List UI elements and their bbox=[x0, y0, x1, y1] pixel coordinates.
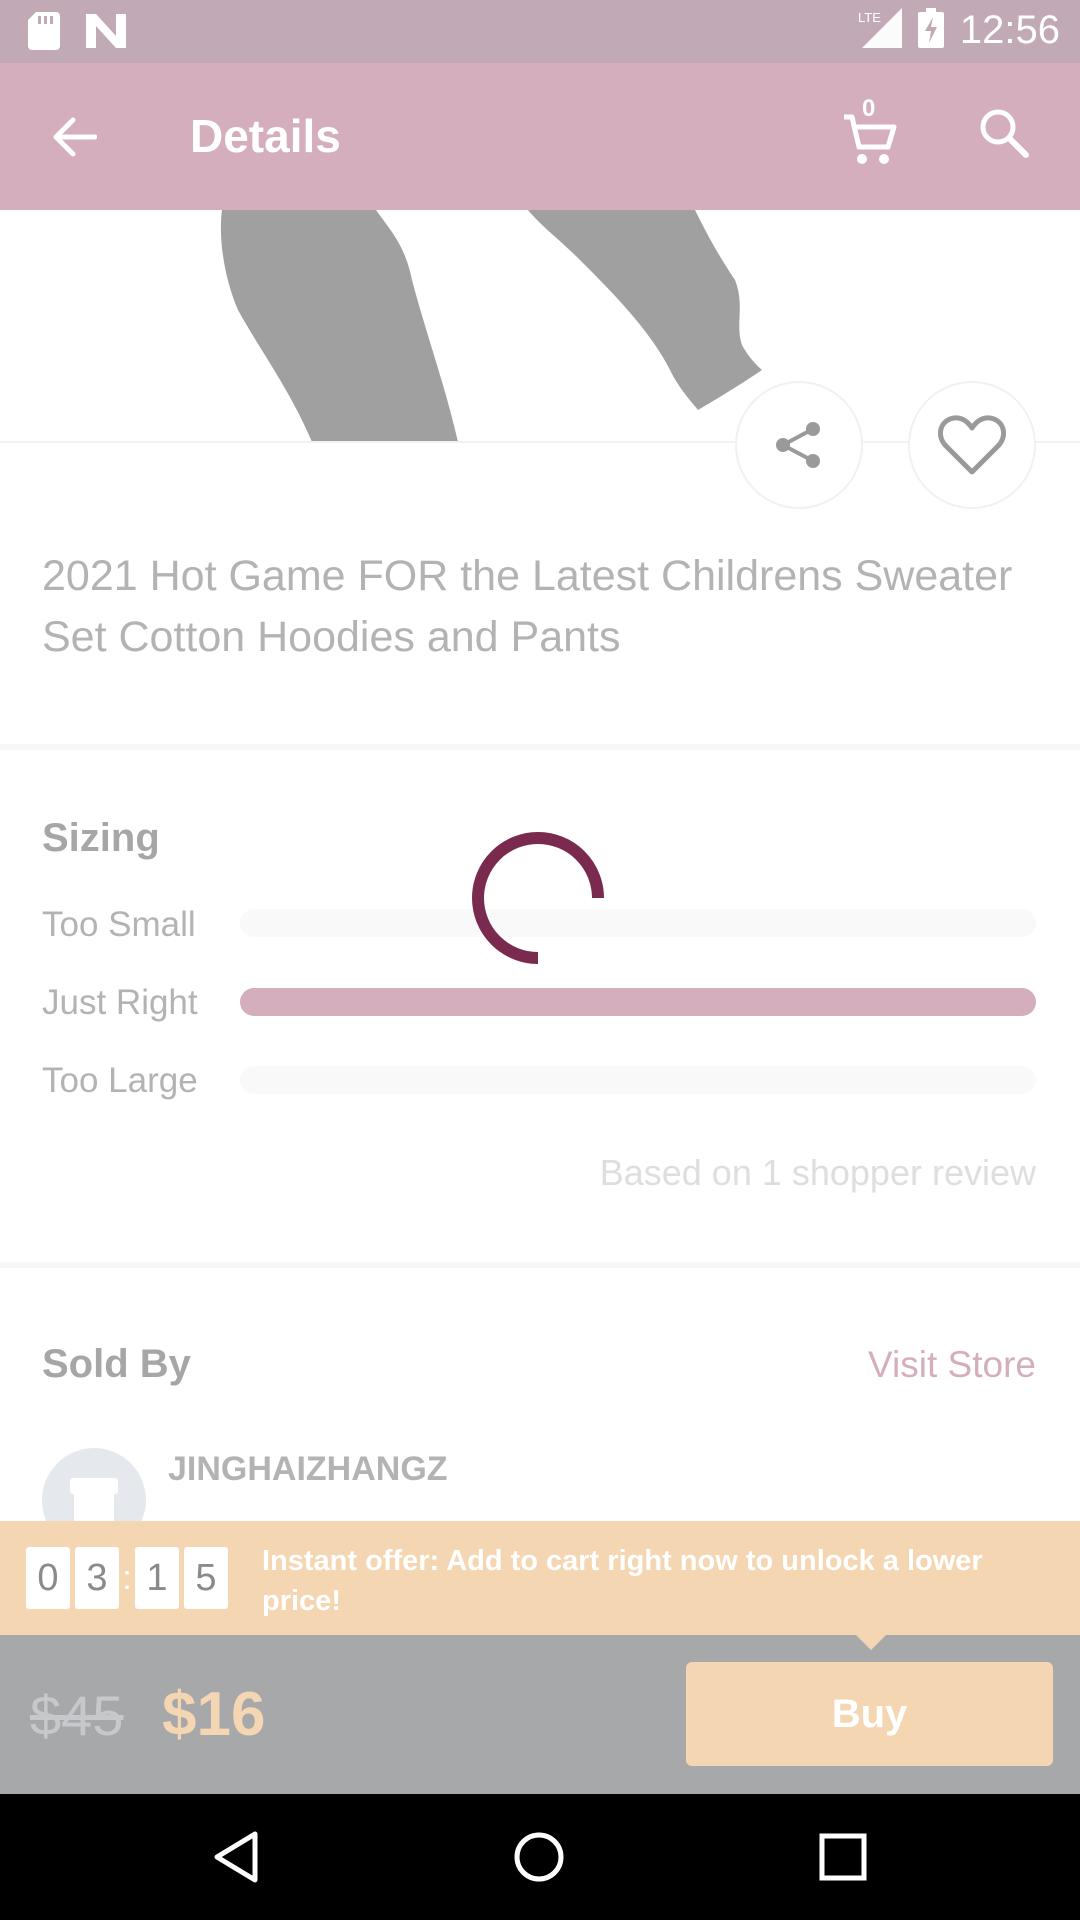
navigation-bar bbox=[0, 1794, 1080, 1920]
nav-back-button[interactable] bbox=[203, 1824, 269, 1890]
instant-offer-banner[interactable]: 0 3 : 1 5 Instant offer: Add to cart rig… bbox=[0, 1521, 1080, 1635]
lte-signal-icon: LTE bbox=[854, 8, 902, 53]
sale-price: $16 bbox=[162, 1680, 266, 1749]
timer-digit: 3 bbox=[75, 1547, 119, 1609]
svg-text:LTE: LTE bbox=[858, 10, 881, 25]
sizing-heading: Sizing bbox=[42, 816, 160, 860]
loading-spinner bbox=[472, 832, 604, 964]
section-divider bbox=[0, 744, 1080, 750]
visit-store-link[interactable]: Visit Store bbox=[868, 1344, 1036, 1386]
section-divider bbox=[0, 1262, 1080, 1268]
buy-button[interactable]: Buy bbox=[686, 1662, 1053, 1766]
size-bar-fill bbox=[240, 988, 1036, 1016]
back-triangle-icon bbox=[214, 1831, 258, 1883]
n-notification-icon bbox=[86, 14, 126, 53]
share-button[interactable] bbox=[735, 381, 863, 509]
size-label-too-large: Too Large bbox=[42, 1061, 198, 1100]
favorite-button[interactable] bbox=[908, 381, 1036, 509]
status-time: 12:56 bbox=[959, 8, 1060, 52]
sd-card-icon bbox=[28, 12, 60, 55]
nav-home-button[interactable] bbox=[506, 1824, 572, 1890]
home-circle-icon bbox=[514, 1832, 564, 1882]
timer-separator: : bbox=[122, 1558, 132, 1597]
size-bar-just-right bbox=[240, 988, 1036, 1016]
product-title: 2021 Hot Game FOR the Latest Childrens S… bbox=[42, 552, 1013, 661]
recents-square-icon bbox=[819, 1833, 867, 1881]
back-button[interactable] bbox=[44, 107, 104, 167]
page-title: Details bbox=[190, 110, 341, 162]
size-bar-too-large bbox=[240, 1066, 1036, 1094]
size-label-too-small: Too Small bbox=[42, 905, 196, 944]
offer-pointer bbox=[855, 1634, 887, 1650]
heart-icon bbox=[938, 415, 1006, 475]
sold-by-heading: Sold By bbox=[42, 1342, 191, 1386]
original-price: $45 bbox=[30, 1684, 124, 1747]
size-label-just-right: Just Right bbox=[42, 983, 198, 1022]
cart-count-badge: 0 bbox=[862, 95, 876, 122]
timer-digit: 0 bbox=[26, 1547, 70, 1609]
battery-charging-icon bbox=[917, 8, 944, 53]
product-image[interactable] bbox=[0, 210, 1080, 442]
share-icon bbox=[776, 422, 820, 468]
back-arrow-icon bbox=[53, 117, 97, 157]
cart-button[interactable]: 0 bbox=[836, 95, 906, 169]
status-bar: LTE 12:56 bbox=[0, 0, 1080, 63]
buy-bar: $45 $16 Buy bbox=[0, 1635, 1080, 1794]
search-icon bbox=[980, 109, 1029, 158]
store-name: JINGHAIZHANGZ bbox=[168, 1450, 448, 1488]
timer-digit: 1 bbox=[135, 1547, 179, 1609]
nav-recents-button[interactable] bbox=[810, 1824, 876, 1890]
app-bar: Details 0 bbox=[0, 63, 1080, 210]
size-bar-too-small bbox=[240, 909, 1036, 937]
search-button[interactable] bbox=[976, 105, 1040, 169]
timer-digit: 5 bbox=[184, 1547, 228, 1609]
review-note: Based on 1 shopper review bbox=[599, 1152, 1036, 1193]
offer-text: Instant offer: Add to cart right now to … bbox=[262, 1545, 983, 1617]
countdown-timer: 0 3 : 1 5 bbox=[26, 1547, 228, 1609]
